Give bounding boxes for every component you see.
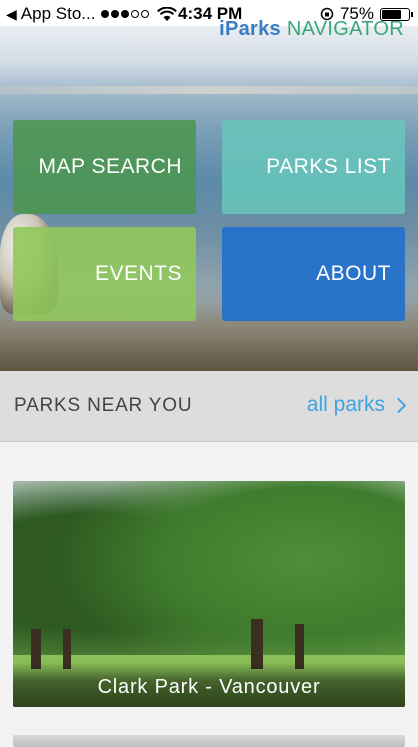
events-label: EVENTS: [94, 262, 182, 285]
signal-dot: [141, 10, 150, 18]
hero-image: MAP SEARCH PARKS LIST EVENTS ABOUT: [0, 26, 418, 371]
status-left: ◀ App Sto...: [6, 4, 178, 24]
section-title: PARKS NEAR YOU: [14, 395, 193, 416]
parks-list-button[interactable]: PARKS LIST: [222, 120, 405, 214]
hero-shoreline: [0, 86, 418, 94]
park-card-next[interactable]: [13, 735, 405, 747]
parks-list-label: PARKS LIST: [266, 155, 391, 178]
back-to-app-icon[interactable]: ◀: [6, 6, 17, 23]
tree-trunk: [251, 619, 263, 669]
signal-dot: [111, 10, 120, 18]
chevron-right-icon: [390, 397, 407, 413]
about-button[interactable]: ABOUT: [222, 227, 405, 321]
map-search-button[interactable]: MAP SEARCH: [13, 120, 196, 214]
logo-prefix: iParks: [219, 18, 281, 40]
about-label: ABOUT: [316, 262, 391, 285]
signal-dot: [131, 10, 140, 18]
signal-dot: [101, 10, 110, 18]
signal-strength-icon: [101, 10, 150, 18]
map-search-label: MAP SEARCH: [38, 155, 182, 178]
events-button[interactable]: EVENTS: [13, 227, 196, 321]
signal-dot: [121, 10, 130, 18]
app-logo: iParks NAVIGATOR: [219, 18, 404, 41]
all-parks-label: all parks: [306, 393, 385, 416]
park-name: Clark Park - Vancouver: [13, 663, 405, 707]
wifi-icon: [157, 6, 178, 21]
parks-near-you-header: PARKS NEAR YOU all parks: [0, 371, 418, 442]
park-card[interactable]: Clark Park - Vancouver: [13, 481, 405, 707]
back-app-label[interactable]: App Sto...: [21, 4, 96, 24]
logo-suffix: NAVIGATOR: [286, 18, 404, 40]
all-parks-link[interactable]: all parks: [306, 393, 407, 417]
